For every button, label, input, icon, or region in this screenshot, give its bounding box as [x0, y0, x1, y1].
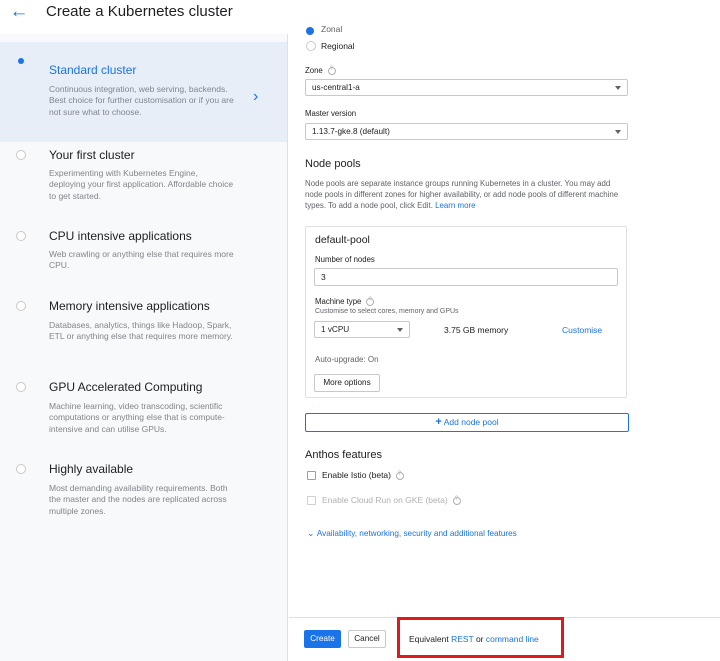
node-pools-heading: Node pools — [305, 158, 361, 170]
cluster-form: Zonal Regional Zone us-central1-a Master… — [289, 24, 720, 661]
customise-link[interactable]: Customise — [562, 325, 602, 335]
sidebar-item-desc: Databases, analytics, things like Hadoop… — [49, 320, 233, 342]
header: ← Create a Kubernetes cluster — [0, 0, 720, 27]
sidebar-item-title: CPU intensive applications — [49, 229, 192, 243]
more-options-button[interactable]: More options — [314, 374, 380, 392]
page-title: Create a Kubernetes cluster — [46, 3, 233, 20]
pool-name: default-pool — [315, 234, 370, 246]
nodes-label: Number of nodes — [315, 255, 375, 264]
equivalent-text: Equivalent REST or command line — [409, 634, 539, 644]
istio-label: Enable Istio (beta) — [322, 470, 404, 480]
rest-link[interactable]: REST — [451, 634, 474, 644]
radio-icon[interactable] — [16, 231, 26, 241]
plus-icon: + — [435, 416, 442, 428]
regional-label: Regional — [321, 41, 355, 51]
memory-value: 3.75 GB memory — [444, 325, 509, 335]
create-button[interactable]: Create — [304, 630, 341, 648]
anthos-heading: Anthos features — [305, 449, 383, 461]
sidebar-item-title: Memory intensive applications — [49, 299, 210, 313]
help-icon[interactable] — [327, 66, 336, 75]
sidebar-item-highly-available[interactable]: Highly available Most demanding availabi… — [0, 459, 287, 559]
template-sidebar: Standard cluster Continuous integration,… — [0, 34, 288, 661]
istio-checkbox[interactable] — [307, 471, 316, 480]
cloudrun-checkbox — [307, 496, 316, 505]
sidebar-item-title: Standard cluster — [49, 63, 137, 77]
zonal-label: Zonal — [321, 24, 343, 34]
nodes-input[interactable]: 3 — [314, 268, 618, 286]
node-pools-desc: Node pools are separate instance groups … — [305, 179, 619, 210]
sidebar-item-desc: Continuous integration, web serving, bac… — [49, 84, 234, 117]
master-version-label: Master version — [305, 109, 357, 118]
sidebar-item-title: GPU Accelerated Computing — [49, 380, 203, 394]
cancel-button[interactable]: Cancel — [348, 630, 386, 648]
radio-icon[interactable] — [16, 464, 26, 474]
sidebar-item-desc: Machine learning, video transcoding, sci… — [49, 401, 225, 434]
learn-more-link[interactable]: Learn more — [435, 201, 475, 210]
radio-icon[interactable] — [16, 301, 26, 311]
cloudrun-label: Enable Cloud Run on GKE (beta) — [322, 495, 461, 505]
sidebar-item-standard-cluster[interactable]: Standard cluster Continuous integration,… — [0, 42, 287, 142]
sidebar-item-desc: Experimenting with Kubernetes Engine, de… — [49, 168, 234, 201]
radio-regional[interactable] — [306, 41, 316, 51]
sidebar-item-desc: Most demanding availability requirements… — [49, 483, 228, 516]
add-node-pool-button[interactable]: + Add node pool — [305, 413, 629, 432]
machine-type-label: Machine type — [315, 297, 375, 306]
zone-label: Zone — [305, 66, 336, 75]
default-pool-card: default-pool Number of nodes 3 Machine t… — [305, 226, 627, 398]
autoupgrade-text: Auto-upgrade: On — [315, 355, 379, 364]
master-version-select[interactable]: 1.13.7-gke.8 (default) — [305, 123, 628, 140]
sidebar-item-title: Your first cluster — [49, 148, 135, 162]
radio-icon[interactable] — [16, 150, 26, 160]
help-icon[interactable] — [366, 297, 375, 306]
radio-icon[interactable] — [16, 382, 26, 392]
chevron-down-icon: ⌄ — [307, 528, 315, 538]
help-icon — [452, 496, 461, 505]
radio-zonal[interactable] — [306, 27, 314, 35]
caret-down-icon — [397, 328, 403, 332]
machine-type-select[interactable]: 1 vCPU — [314, 321, 410, 338]
arrow-back-icon[interactable]: ← — [8, 2, 30, 22]
sidebar-item-desc: Web crawling or anything else that requi… — [49, 249, 234, 271]
caret-down-icon — [615, 86, 621, 90]
command-line-link[interactable]: command line — [486, 634, 539, 644]
machine-type-hint: Customise to select cores, memory and GP… — [315, 308, 459, 315]
sidebar-item-title: Highly available — [49, 462, 134, 476]
advanced-features-link[interactable]: ⌄ Availability, networking, security and… — [307, 528, 517, 539]
chevron-right-icon: › — [253, 88, 259, 105]
radio-selected-icon[interactable] — [16, 56, 26, 66]
help-icon[interactable] — [395, 471, 404, 480]
caret-down-icon — [615, 130, 621, 134]
zone-select[interactable]: us-central1-a — [305, 79, 628, 96]
